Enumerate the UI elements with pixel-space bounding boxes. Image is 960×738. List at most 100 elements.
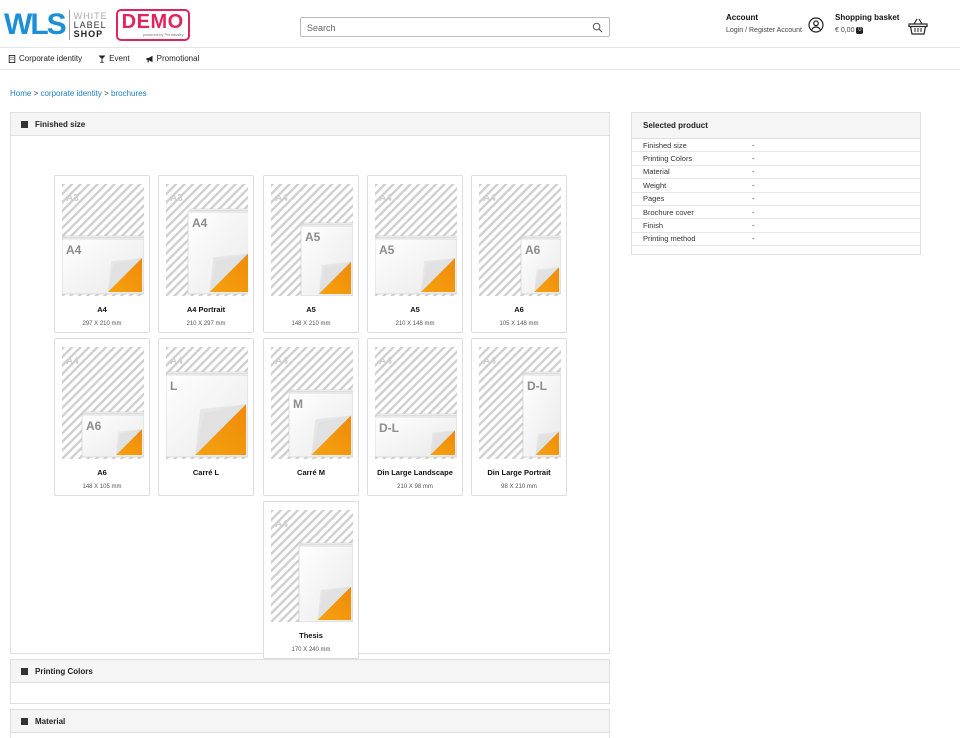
row-label: Finished size [643, 140, 687, 150]
breadcrumb-corporate-identity[interactable]: corporate identity [40, 89, 101, 98]
row-label: Finish [643, 221, 664, 231]
row-label: Pages [643, 194, 665, 204]
size-option-name: A6 [514, 305, 524, 314]
size-option-dimensions: 148 X 105 mm [82, 484, 122, 490]
row-value: - [752, 194, 755, 204]
size-option-card[interactable]: A4 A6 A6 105 X 148 mm [471, 175, 567, 333]
nav-item-corporate-identity[interactable]: Corporate identity [8, 54, 82, 63]
size-option-dimensions: 105 X 148 mm [499, 321, 539, 327]
header: WLS WHITE LABEL SHOP DEMO powered by Pri… [0, 0, 960, 48]
bg-size-label: A4 [170, 356, 183, 367]
size-option-dimensions: 148 X 210 mm [291, 321, 331, 327]
login-link[interactable]: Login [726, 27, 743, 34]
megaphone-icon [146, 55, 153, 62]
nav-label: Event [109, 54, 130, 63]
size-option-name: Carré M [297, 468, 325, 477]
size-thumbnail-icon: A4 L [166, 347, 248, 459]
size-option-card[interactable]: A4 D-L Din Large Landscape 210 X 98 mm [367, 338, 463, 496]
logo[interactable]: WLS WHITE LABEL SHOP DEMO powered by Pri… [4, 8, 190, 42]
size-option-dimensions: 170 X 240 mm [291, 647, 331, 653]
selected-product-row: Printing Colors - [632, 152, 920, 166]
finished-size-section: Finished size A3 A4 A4 297 X 210 mm A3 A4 A4 P… [10, 112, 610, 659]
breadcrumb-brochures[interactable]: brochures [111, 89, 147, 98]
fg-size-label: L [170, 379, 177, 393]
fg-size-label: M [293, 397, 303, 411]
basket-title: Shopping basket [835, 13, 900, 22]
main-nav: Corporate identity Event Promotional [0, 48, 960, 70]
size-option-card[interactable]: A3 A4 A4 Portrait 210 X 297 mm [158, 175, 254, 333]
square-bullet-icon [21, 717, 28, 725]
size-option-dimensions: 210 X 297 mm [186, 321, 226, 327]
size-option-card[interactable]: A4 A6 A6 148 X 105 mm [54, 338, 150, 496]
size-thumbnail-icon: A4 D-L [375, 347, 457, 459]
search-icon[interactable] [592, 22, 603, 33]
breadcrumb-home[interactable]: Home [10, 89, 31, 98]
size-option-dimensions: 210 X 98 mm [397, 484, 433, 490]
bg-size-label: A4 [483, 193, 496, 204]
building-icon [8, 54, 16, 63]
row-label: Material [643, 167, 670, 177]
bg-size-label: A4 [275, 519, 288, 530]
breadcrumb-separator: > [33, 89, 39, 98]
section-title: Material [35, 716, 66, 726]
cocktail-glass-icon [98, 55, 106, 63]
row-label: Weight [643, 180, 667, 190]
size-thumbnail-icon: A4 D-L [479, 347, 561, 459]
size-thumbnail-icon: A4 M [271, 347, 353, 459]
size-option-name: A5 [410, 305, 420, 314]
selected-product-row: Material - [632, 166, 920, 180]
size-option-card[interactable]: A4 D-L Din Large Portrait 98 X 210 mm [471, 338, 567, 496]
bg-size-label: A3 [170, 193, 183, 204]
bg-size-label: A4 [379, 193, 392, 204]
size-option-card[interactable]: A4 M Carré M [263, 338, 359, 496]
row-value: - [752, 154, 755, 164]
size-thumbnail-icon: A3 A4 [166, 184, 248, 296]
size-option-card[interactable]: A4 A5 A5 148 X 210 mm [263, 175, 359, 333]
fg-size-label: A4 [66, 243, 82, 257]
material-header[interactable]: Material [11, 710, 609, 733]
row-label: Printing method [643, 234, 696, 244]
demo-badge: DEMO powered by Printdustry [115, 9, 190, 41]
nav-item-event[interactable]: Event [98, 54, 130, 63]
bg-size-label: A4 [483, 356, 496, 367]
size-thumbnail-icon: A4 A6 [62, 347, 144, 459]
fg-size-label: A5 [379, 243, 395, 257]
logo-line-shop: SHOP [73, 28, 104, 39]
fg-size-label: A6 [86, 419, 102, 433]
nav-item-promotional[interactable]: Promotional [146, 54, 200, 63]
size-option-dimensions: 297 X 210 mm [82, 321, 122, 327]
size-thumbnail-icon: A3 A4 [62, 184, 144, 296]
account-separator: / [745, 27, 748, 34]
printing-colors-header[interactable]: Printing Colors [11, 660, 609, 683]
finished-size-header[interactable]: Finished size [11, 113, 609, 136]
basket-icon[interactable] [908, 18, 928, 35]
bg-size-label: A4 [379, 356, 392, 367]
nav-label: Corporate identity [19, 54, 83, 63]
basket-count-badge: 0 [856, 27, 864, 34]
logo-divider [68, 10, 70, 40]
row-label: Brochure cover [643, 207, 694, 217]
breadcrumb: Home > corporate identity > brochures [10, 89, 147, 98]
nav-label: Promotional [156, 54, 200, 63]
size-option-card[interactable]: A4 A5 A5 210 X 148 mm [367, 175, 463, 333]
size-option-name: Din Large Landscape [377, 468, 453, 477]
size-option-card[interactable]: A4 Thesis 170 X 240 mm [263, 501, 359, 659]
size-option-card[interactable]: A4 L Carré L [158, 338, 254, 496]
size-option-name: A6 [97, 468, 107, 477]
bg-size-label: A3 [66, 193, 79, 204]
section-title: Printing Colors [35, 666, 93, 676]
selected-product-panel: Selected product Finished size - Printing … [631, 112, 921, 255]
size-option-name: Thesis [299, 631, 323, 640]
search-input[interactable] [301, 19, 571, 37]
account-block: Account Login / Register Account [726, 13, 802, 34]
row-value: - [752, 167, 755, 177]
logo-wordmark: WHITE LABEL SHOP [73, 11, 108, 39]
size-option-name: A4 Portrait [186, 305, 226, 314]
register-account-link[interactable]: Register Account [749, 27, 802, 34]
size-thumbnail-icon: A4 [271, 510, 353, 622]
user-account-icon[interactable] [808, 17, 824, 33]
size-option-card[interactable]: A3 A4 A4 297 X 210 mm [54, 175, 150, 333]
basket-block: Shopping basket € 0,00 0 [835, 13, 899, 34]
bg-size-label: A4 [275, 356, 288, 367]
bg-size-label: A4 [275, 193, 288, 204]
